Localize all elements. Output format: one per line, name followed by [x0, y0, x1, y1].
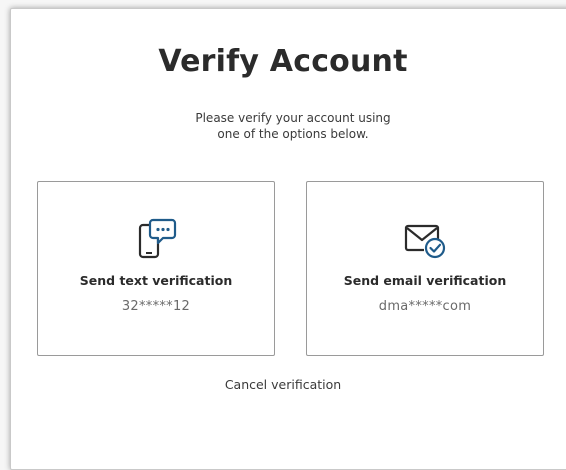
send-text-verification-label: Send text verification: [79, 273, 233, 288]
email-check-icon: [307, 218, 543, 260]
send-text-verification-button[interactable]: Send text verification 32*****12: [37, 181, 275, 356]
phone-chat-icon: [38, 218, 274, 260]
masked-phone-number: 32*****12: [121, 299, 191, 314]
masked-email-address: dma*****com: [378, 299, 472, 314]
send-email-verification-label: Send email verification: [343, 273, 507, 288]
send-email-verification-button[interactable]: Send email verification dma*****com: [306, 181, 544, 356]
page-title: Verify Account: [158, 44, 408, 79]
cancel-verification-link[interactable]: Cancel verification: [0, 377, 566, 392]
page-subtitle: Please verify your account using one of …: [195, 111, 391, 141]
